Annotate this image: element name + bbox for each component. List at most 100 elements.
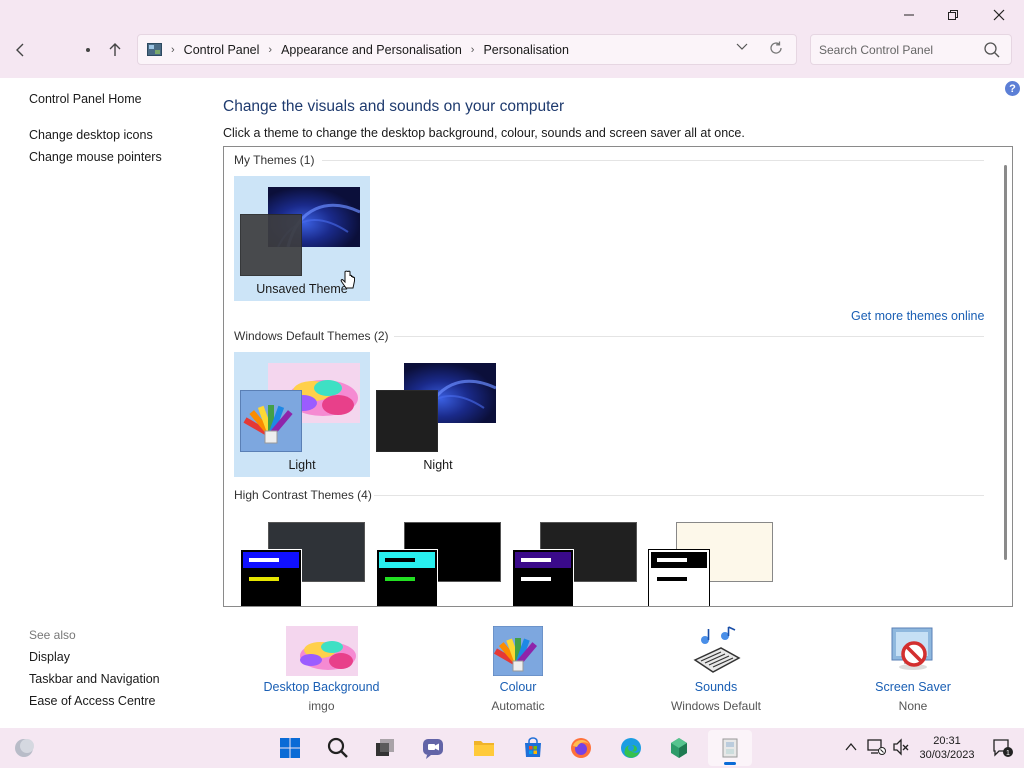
desktop-background-label[interactable]: Desktop Background <box>251 680 392 694</box>
taskbar-navigation-link[interactable]: Taskbar and Navigation <box>29 672 160 686</box>
theme-name: Night <box>423 458 453 472</box>
refresh-icon[interactable] <box>768 40 784 60</box>
arrow-up-icon <box>109 43 121 56</box>
microsoft-store-icon[interactable] <box>521 736 545 760</box>
divider <box>374 495 984 496</box>
notifications-icon[interactable]: 1 <box>992 738 1014 758</box>
dot-icon <box>86 48 90 52</box>
file-explorer-icon[interactable] <box>472 736 496 760</box>
breadcrumb-personalisation[interactable]: Personalisation <box>483 43 568 57</box>
sounds-label[interactable]: Sounds <box>661 680 771 694</box>
search-icon[interactable] <box>983 41 1001 59</box>
theme-unsaved[interactable]: Unsaved Theme <box>234 176 370 301</box>
colour-swatch <box>376 549 438 606</box>
chevron-down-icon[interactable] <box>736 42 748 54</box>
colour-swatch <box>648 549 710 606</box>
volume-muted-icon[interactable] <box>892 738 910 756</box>
theme-name: Light <box>288 458 316 472</box>
maximize-button[interactable] <box>930 0 976 30</box>
chevron-right-icon: › <box>171 43 175 56</box>
screen-saver-setting[interactable]: Screen Saver None <box>863 626 963 713</box>
search-input[interactable] <box>811 35 981 64</box>
colour-setting[interactable]: Colour Automatic <box>478 626 558 713</box>
edge-icon[interactable] <box>619 736 643 760</box>
theme-high-contrast-1[interactable] <box>234 511 370 606</box>
theme-high-contrast-2[interactable] <box>370 511 506 606</box>
desktop-background-icon <box>285 626 358 676</box>
divider <box>322 160 984 161</box>
theme-high-contrast-3[interactable] <box>506 511 642 606</box>
page-title: Change the visuals and sounds on your co… <box>223 98 565 115</box>
change-mouse-pointers-link[interactable]: Change mouse pointers <box>29 150 162 164</box>
recent-locations-button[interactable] <box>74 36 102 64</box>
theme-light[interactable]: Light <box>234 352 370 477</box>
control-panel-icon <box>147 43 162 56</box>
restore-icon <box>948 10 958 20</box>
search-box[interactable] <box>810 34 1012 65</box>
hand-cursor-icon <box>340 270 355 289</box>
colour-swatch <box>240 390 302 452</box>
chevron-up-icon[interactable] <box>845 742 857 752</box>
desktop-background-value: imgo <box>308 699 335 713</box>
chevron-right-icon: › <box>268 43 273 56</box>
arrow-left-icon <box>16 43 24 57</box>
display-link[interactable]: Display <box>29 650 70 664</box>
clock[interactable]: 20:31 30/03/2023 <box>912 734 982 762</box>
minimize-icon <box>904 14 914 16</box>
close-button[interactable] <box>976 0 1022 30</box>
scrollbar-thumb[interactable] <box>1004 165 1007 560</box>
control-panel-home-link[interactable]: Control Panel Home <box>29 92 142 106</box>
divider <box>394 336 984 337</box>
themes-list: My Themes (1) Unsaved Theme Get more the… <box>223 146 1013 607</box>
theme-night[interactable]: Night <box>370 352 506 477</box>
teams-chat-icon[interactable] <box>421 736 445 760</box>
theme-high-contrast-4[interactable] <box>642 511 778 606</box>
sounds-value: Windows Default <box>670 699 762 713</box>
colour-swatch <box>512 549 574 606</box>
colour-swatch <box>376 390 438 452</box>
ease-of-access-link[interactable]: Ease of Access Centre <box>29 694 155 708</box>
desktop-background-setting[interactable]: Desktop Background imgo <box>251 626 392 713</box>
default-themes-heading: Windows Default Themes (2) <box>234 329 389 343</box>
app-icon[interactable] <box>667 736 691 760</box>
clock-date: 30/03/2023 <box>919 749 975 761</box>
colour-icon <box>493 626 543 676</box>
scrollbar[interactable] <box>998 147 1012 606</box>
clock-time: 20:31 <box>933 735 961 747</box>
close-icon <box>993 9 1005 21</box>
breadcrumb-appearance[interactable]: Appearance and Personalisation <box>281 43 462 57</box>
minimize-button[interactable] <box>886 0 932 30</box>
my-themes-heading: My Themes (1) <box>234 153 315 167</box>
page-subtitle: Click a theme to change the desktop back… <box>223 126 745 140</box>
sounds-setting[interactable]: Sounds Windows Default <box>661 626 771 713</box>
colour-swatch <box>240 549 302 606</box>
change-desktop-icons-link[interactable]: Change desktop icons <box>29 128 153 142</box>
colour-swatch <box>240 214 302 276</box>
colour-fan-icon <box>243 405 293 444</box>
taskbar: 20:31 30/03/2023 1 <box>0 728 1024 768</box>
sounds-icon <box>693 626 741 673</box>
control-panel-taskbar-button[interactable] <box>708 730 752 766</box>
high-contrast-heading: High Contrast Themes (4) <box>234 488 372 502</box>
get-more-themes-link[interactable]: Get more themes online <box>851 309 984 323</box>
firefox-icon[interactable] <box>569 736 593 760</box>
svg-text:1: 1 <box>1006 750 1010 757</box>
back-button[interactable] <box>6 36 34 64</box>
help-icon[interactable]: ? <box>1005 81 1020 96</box>
address-bar[interactable]: › Control Panel › Appearance and Persona… <box>137 34 797 65</box>
screen-saver-icon <box>891 627 933 670</box>
task-view-icon[interactable] <box>373 736 397 760</box>
see-also-heading: See also <box>29 628 76 642</box>
control-panel-icon <box>722 738 738 758</box>
windows-start-icon[interactable] <box>278 736 302 760</box>
search-icon[interactable] <box>326 736 350 760</box>
up-button[interactable] <box>101 36 129 64</box>
chevron-right-icon: › <box>470 43 475 56</box>
colour-value: Automatic <box>491 699 545 713</box>
network-icon[interactable] <box>866 738 886 756</box>
weather-icon[interactable] <box>12 736 36 760</box>
breadcrumb-control-panel[interactable]: Control Panel <box>184 43 260 57</box>
screen-saver-label[interactable]: Screen Saver <box>863 680 963 694</box>
colour-label[interactable]: Colour <box>478 680 558 694</box>
screen-saver-value: None <box>898 699 928 713</box>
